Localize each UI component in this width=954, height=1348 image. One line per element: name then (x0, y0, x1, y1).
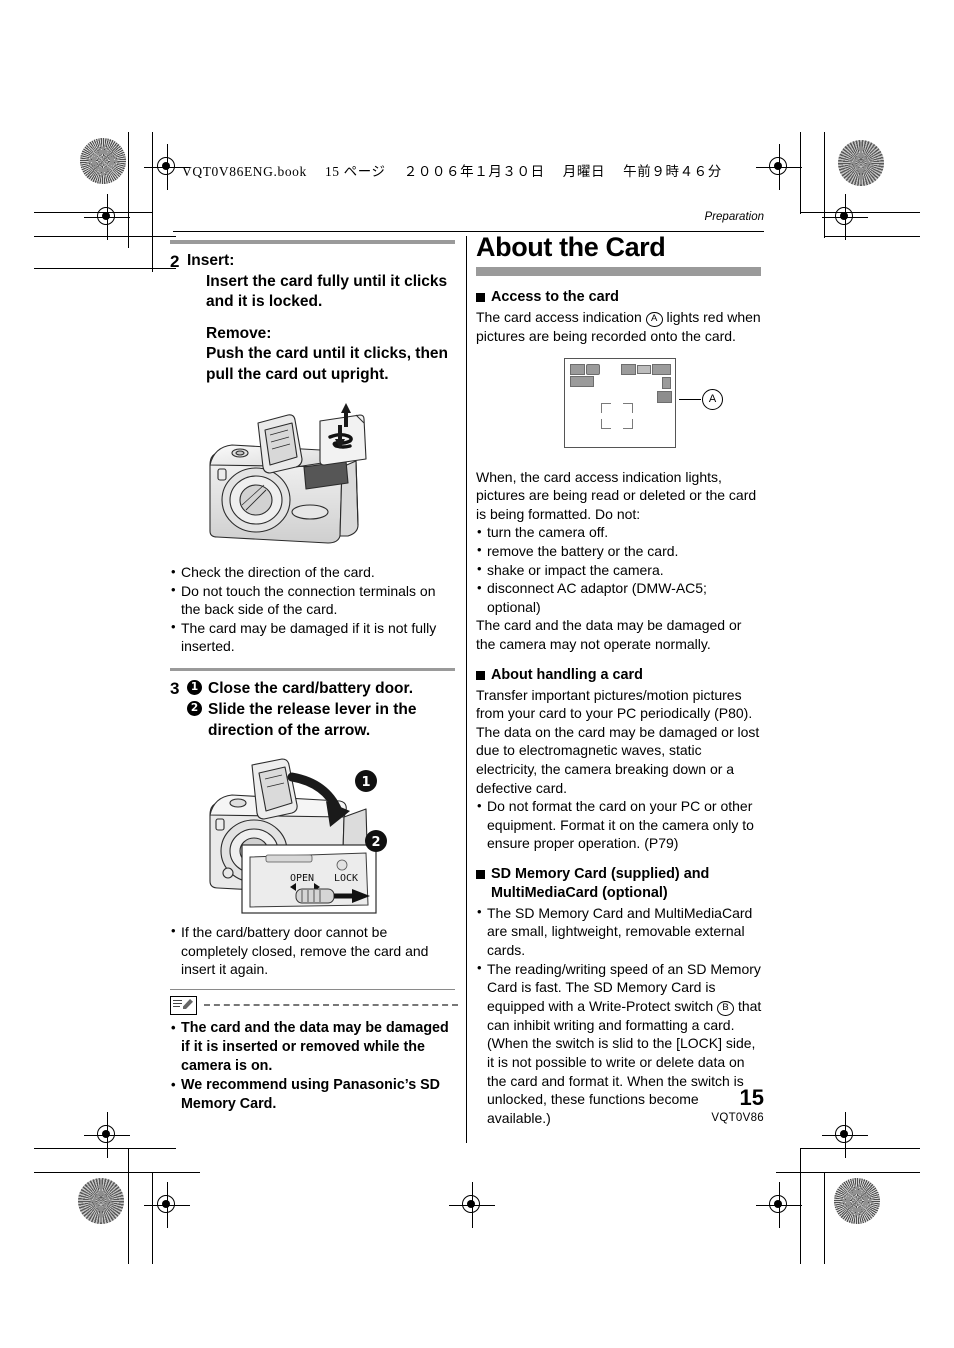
book-file-header: VQT0V86ENG.book 15 ページ ２００６年１月３０日 月曜日 午前… (182, 164, 722, 179)
right-column: About the Card Access to the card The ca… (476, 231, 764, 1127)
list-item: Check the direction of the card. (170, 563, 458, 582)
callout-leader-line (679, 398, 701, 400)
square-bullet-icon (476, 869, 485, 879)
figure-lcd-access-indication: A (476, 357, 764, 458)
crosshair-registration-mark (144, 1182, 190, 1228)
damage-warning-paragraph: The card and the data may be damaged or … (476, 617, 742, 652)
list-item: turn the camera off. (476, 523, 764, 542)
remaining-count-icon (662, 376, 671, 389)
list-item: disconnect AC adaptor (DMW-AC5; optional… (476, 579, 764, 616)
crosshair-registration-mark (822, 1112, 868, 1158)
access-warning-paragraph: When, the card access indication lights,… (476, 468, 757, 522)
card-access-indication-icon (657, 390, 672, 403)
note-separator-rule (170, 988, 455, 990)
starburst-registration-mark (838, 140, 884, 186)
do-not-bullet-list: turn the camera off. remove the battery … (476, 523, 764, 616)
scene-mode-icon (586, 363, 600, 375)
step-2-insert-label: Insert: (187, 252, 235, 269)
crosshair-registration-mark (84, 1112, 130, 1158)
step-number: 3 (170, 678, 180, 698)
callout-b-marker: B (717, 1000, 735, 1016)
af-frame-corner (601, 418, 611, 429)
crosshair-registration-mark (144, 144, 190, 190)
note-pencil-icon (170, 995, 197, 1015)
section-heading-sd-card: SD Memory Card (supplied) and MultiMedia… (476, 865, 764, 903)
step-3-item-2: Slide the release lever in the direction… (208, 700, 417, 739)
starburst-registration-mark (834, 1178, 880, 1224)
list-item: The card may be damaged if it is not ful… (170, 618, 458, 656)
section-heading-access: Access to the card (476, 288, 764, 307)
title-underbar (476, 267, 761, 276)
handling-bullet-list: Do not format the card on your PC or oth… (476, 797, 764, 853)
battery-icon (652, 363, 671, 375)
callout-a-marker: A (645, 312, 663, 327)
column-divider (466, 236, 468, 1143)
note-header (170, 995, 458, 1015)
af-frame-corner (623, 402, 633, 413)
document-code: VQT0V86 (711, 1112, 764, 1124)
step-2: 2 Insert: Insert the card fully until it… (170, 251, 458, 385)
list-item: Do not touch the connection terminals on… (170, 581, 458, 619)
bullet-list-insert-notes: Check the direction of the card. Do not … (170, 563, 458, 656)
callout-number-1: 1 (187, 678, 208, 696)
section-label: Preparation (704, 211, 764, 223)
inset-lever-detail: OPEN LOCK (241, 844, 377, 914)
step-3-item-1: Close the card/battery door. (208, 679, 413, 697)
step-3: 3 1 Close the card/battery door. 2 Slide… (170, 678, 458, 741)
step-2-remove-label: Remove: (206, 324, 272, 342)
note-dashed-rule (204, 1004, 458, 1007)
list-item: The SD Memory Card and MultiMediaCard ar… (476, 903, 764, 960)
inset-lock-label: LOCK (334, 873, 358, 884)
starburst-registration-mark (80, 138, 126, 184)
square-bullet-icon (476, 293, 485, 302)
list-item: Do not format the card on your PC or oth… (476, 797, 764, 853)
manual-page: VQT0V86ENG.book 15 ページ ２００６年１月３０日 月曜日 午前… (0, 0, 954, 1348)
list-item: The card and the data may be damaged if … (170, 1018, 458, 1076)
lcd-screen (564, 357, 676, 448)
figure-insert-card (170, 395, 458, 555)
svg-text:2: 2 (371, 835, 380, 850)
left-column: 2 Insert: Insert the card fully until it… (170, 240, 458, 1114)
crosshair-registration-mark (449, 1182, 495, 1228)
square-bullet-icon (476, 670, 485, 680)
step-rule (170, 667, 455, 671)
access-paragraph: The card access indication A lights red … (476, 309, 761, 344)
callout-number-2: 2 (187, 699, 208, 717)
crosshair-registration-mark (822, 194, 868, 240)
step-number: 2 (170, 252, 180, 271)
crosshair-registration-mark (84, 194, 130, 240)
sd-card-bullet-list: The SD Memory Card and MultiMediaCard ar… (476, 903, 764, 1128)
callout-a-label: A (702, 388, 723, 410)
svg-text:1: 1 (361, 775, 370, 790)
inset-open-label: OPEN (290, 873, 314, 884)
list-item: shake or impact the camera. (476, 560, 764, 580)
note-bullet-list: The card and the data may be damaged if … (170, 1018, 458, 1114)
list-item: remove the battery or the card. (476, 541, 764, 561)
record-mode-icon (570, 363, 585, 375)
list-item: The reading/writing speed of an SD Memor… (476, 959, 764, 1128)
step-rule (170, 240, 455, 244)
starburst-registration-mark (78, 1178, 124, 1224)
list-item: If the card/battery door cannot be compl… (170, 922, 458, 979)
crosshair-registration-mark (756, 1182, 802, 1228)
bullet-list-door-notes: If the card/battery door cannot be compl… (170, 922, 458, 979)
burst-mode-icon (570, 375, 594, 387)
figure-close-door: 1 OPEN LOCK 2 (170, 749, 458, 917)
page-number: 15 (739, 1085, 764, 1110)
quality-icon (637, 364, 651, 374)
section-heading-handling: About handling a card (476, 666, 764, 685)
picture-size-icon (621, 363, 636, 375)
step-2-remove-text: Push the card until it clicks, then pull… (206, 345, 449, 383)
crosshair-registration-mark (756, 144, 802, 190)
af-frame-corner (601, 402, 611, 413)
page-title: About the Card (476, 232, 666, 262)
af-frame-corner (623, 418, 633, 429)
list-item: We recommend using Panasonic’s SD Memory… (170, 1075, 458, 1114)
handling-paragraph: Transfer important pictures/motion pictu… (476, 686, 760, 796)
step-2-insert-text: Insert the card fully until it clicks an… (206, 272, 448, 311)
